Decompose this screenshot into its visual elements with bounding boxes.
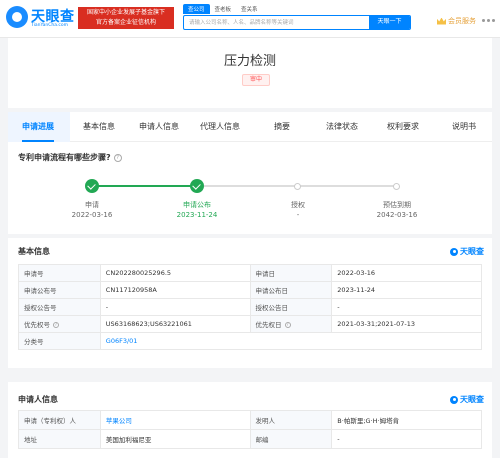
tyc-logo-icon [450,395,458,404]
basic-info-title: 基本信息 [18,247,50,256]
crown-icon [437,17,446,25]
process-question-text: 专利申请流程有哪些步骤? [18,153,111,162]
step-expire-label: 预估到期 [383,201,411,209]
search-tabs: 查公司 查老板 查关系 [183,4,263,14]
table-row: 申请号 CN202280025296.5 申请日 2022-03-16 [18,264,482,282]
field-label: 申请号 [18,264,101,282]
field-label: 发明人 [249,410,333,430]
table-row: 地址 美国加利福尼亚 邮编 - [18,429,482,449]
search-box: 天眼一下 [183,15,411,30]
field-value: - [331,298,482,316]
patent-title: 压力检测 [223,54,276,69]
tyc-watermark: 天眼查 [450,394,484,405]
vip-service-link[interactable]: 会员服务 [437,16,476,26]
tab-specification[interactable]: 说明书 [452,112,476,142]
step-expire-dot [393,182,400,190]
basic-info-table: 申请号 CN202280025296.5 申请日 2022-03-16 申请公布… [18,264,483,350]
step-apply-label: 申请 [85,201,99,209]
table-row: 授权公告号 - 授权公告日 - [18,298,482,316]
help-icon[interactable]: ? [113,153,122,162]
field-label-priority-date: 优先权日? [249,315,333,333]
priority-no-label: 优先权号 [24,321,50,329]
tab-applicant[interactable]: 申请人信息 [139,112,179,142]
tab-basic-info[interactable]: 基本信息 [83,112,115,142]
applicant-link[interactable]: 苹果公司 [106,417,132,425]
tyc-brand: 天眼查 [460,395,484,404]
tianyancha-logo[interactable]: 天眼查 TianYanCha.com [6,4,76,32]
tab-claims[interactable]: 权利要求 [387,112,419,142]
logo-eye-icon [6,6,28,28]
field-value: CN202280025296.5 [99,264,251,282]
field-value: - [331,429,482,449]
tyc-watermark: 天眼查 [450,246,484,257]
field-label: 申请日 [249,264,333,282]
field-value: 美国加利福尼亚 [99,429,251,449]
application-progress: 专利申请流程有哪些步骤? ? 申请 2022-03-16 申请公布 2023-1… [8,142,492,234]
tab-agent[interactable]: 代理人信息 [200,112,240,142]
tab-progress[interactable]: 申请进展 [22,112,54,142]
logo-subtext: TianYanCha.com [31,23,69,28]
step-grant-label: 授权 [291,201,305,209]
process-question[interactable]: 专利申请流程有哪些步骤? ? [18,152,122,163]
field-value: 2022-03-16 [331,264,482,282]
more-icon[interactable] [487,19,490,22]
field-label: 申请公布日 [249,281,333,299]
gov-badge-line2: 官方备案企业征信机构 [95,19,156,26]
step-grant-date: - [296,211,300,219]
priority-date-label: 优先权日 [255,321,282,329]
table-row: 分类号 G06F3/01 [18,332,483,350]
table-row: 申请公布号 CN117120958A 申请公布日 2023-11-24 [18,281,482,299]
field-value: - [99,298,251,316]
field-label: 申请公布号 [18,281,101,299]
top-header: 天眼查 TianYanCha.com 国家中小企业发展子基金旗下 官方备案企业征… [0,0,500,38]
step-expire-date: 2042-03-16 [376,211,418,219]
table-row: 申请（专利权）人 苹果公司 发明人 B·帕斯里;G·H·姆塔肯 [18,410,482,430]
status-badge: 审中 [242,74,270,86]
gov-badge[interactable]: 国家中小企业发展子基金旗下 官方备案企业征信机构 [78,7,174,29]
step-publish-date: 2023-11-24 [176,211,218,219]
detail-tabs: 申请进展 基本信息 申请人信息 代理人信息 摘要 法律状态 权利要求 说明书 [8,112,492,142]
search-button[interactable]: 天眼一下 [369,16,410,29]
field-value: US63168623;US63221061 [99,315,251,333]
tyc-logo-icon [450,247,458,256]
step-publish-label: 申请公布 [183,201,211,209]
applicant-info-table: 申请（专利权）人 苹果公司 发明人 B·帕斯里;G·H·姆塔肯 地址 美国加利福… [18,410,482,449]
progress-line-done [98,185,198,187]
search-tab-company[interactable]: 查公司 [183,4,210,14]
field-value: B·帕斯里;G·H·姆塔肯 [331,410,482,430]
patent-title-card: 压力检测 审中 [8,38,492,108]
field-label: 地址 [18,429,101,449]
field-value: 2023-11-24 [331,281,482,299]
help-icon[interactable]: ? [284,322,291,328]
search-tab-boss[interactable]: 查老板 [210,4,237,14]
applicant-info-section: 申请人信息 天眼查 申请（专利权）人 苹果公司 发明人 B·帕斯里;G·H·姆塔… [8,382,492,458]
tab-legal-status[interactable]: 法律状态 [326,112,358,142]
table-row: 优先权号? US63168623;US63221061 优先权日? 2021-0… [18,315,482,333]
field-label: 申请（专利权）人 [18,410,101,430]
basic-info-section: 基本信息 天眼查 申请号 CN202280025296.5 申请日 2022-0… [8,238,492,368]
field-value-applicant: 苹果公司 [99,410,251,430]
field-label: 授权公告号 [18,298,101,316]
field-label-priority-no: 优先权号? [18,315,101,333]
tab-abstract[interactable]: 摘要 [274,112,290,142]
applicant-info-title: 申请人信息 [18,395,58,404]
step-apply-date: 2022-03-16 [71,211,113,219]
field-value-classification: G06F3/01 [99,332,483,350]
gov-badge-line1: 国家中小企业发展子基金旗下 [86,9,165,16]
field-label: 邮编 [249,429,333,449]
field-value: CN117120958A [99,281,251,299]
field-value: 2021-03-31;2021-07-13 [331,315,482,333]
step-grant-dot [294,182,301,190]
field-label: 分类号 [18,332,101,350]
search-tab-relation[interactable]: 查关系 [236,4,263,14]
search-input[interactable] [184,16,369,29]
vip-label: 会员服务 [448,17,476,25]
help-icon[interactable]: ? [53,322,59,328]
step-apply-dot [85,179,99,193]
tyc-brand: 天眼查 [460,247,484,256]
classification-link[interactable]: G06F3/01 [106,337,138,345]
step-publish-dot [190,179,204,193]
field-label: 授权公告日 [249,298,333,316]
